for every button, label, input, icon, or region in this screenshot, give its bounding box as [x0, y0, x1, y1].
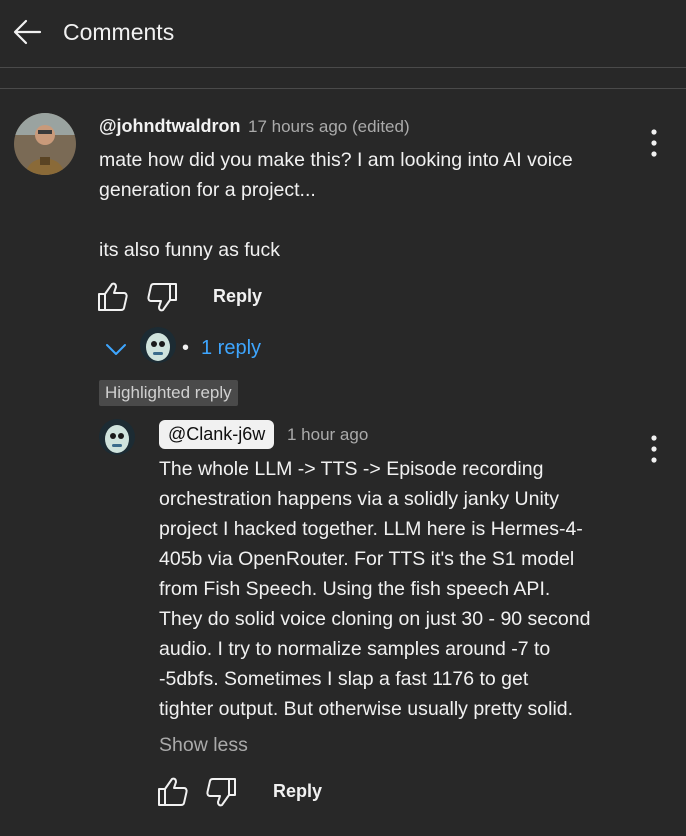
reply-text-line: The whole LLM -> TTS -> Episode recordin…	[159, 458, 544, 480]
robot-avatar-image	[140, 327, 176, 363]
reply-timestamp: 1 hour ago	[287, 425, 369, 444]
reply-button[interactable]: Reply	[273, 781, 322, 802]
back-button[interactable]	[10, 14, 46, 50]
thumbs-up-icon	[158, 777, 188, 806]
dislike-button[interactable]	[204, 775, 238, 809]
avatar[interactable]	[14, 113, 76, 175]
replies-toggle[interactable]: • 1 reply	[100, 327, 280, 369]
reply-text-line: They do solid voice cloning on just 30 -…	[159, 608, 591, 630]
reply-text-line: from Fish Speech. Using the fish speech …	[159, 578, 551, 600]
dislike-button[interactable]	[145, 280, 179, 314]
like-button[interactable]	[156, 775, 190, 809]
highlighted-reply-badge: Highlighted reply	[99, 380, 238, 406]
divider	[0, 88, 686, 89]
avatar[interactable]	[99, 419, 135, 455]
reply-avatar	[140, 327, 176, 363]
reply-author-chip[interactable]: @Clank-j6w	[159, 420, 275, 449]
reply-text-line: orchestration happens via a solidly jank…	[159, 488, 559, 510]
arrow-left-icon	[13, 19, 42, 45]
more-vert-icon	[651, 129, 657, 157]
comment-text-line: its also funny as fuck	[99, 239, 281, 261]
comment-text-line: mate how did you make this? I am looking…	[99, 149, 573, 171]
thumbs-down-icon	[147, 283, 177, 312]
reply-button[interactable]: Reply	[213, 286, 262, 307]
comment-author[interactable]: @johndtwaldron	[99, 116, 241, 137]
comment-timestamp: 17 hours ago (edited)	[248, 117, 410, 136]
like-button[interactable]	[96, 280, 130, 314]
comment-menu-button[interactable]	[642, 126, 666, 160]
page-title: Comments	[63, 19, 175, 45]
thumbs-down-icon	[206, 778, 236, 807]
separator-dot: •	[182, 337, 190, 359]
chevron-down-icon	[106, 344, 126, 355]
reply-text-line: -5dbfs. Sometimes I slap a fast 1176 to …	[159, 668, 529, 690]
reply-text-line: audio. I try to normalize samples around…	[159, 638, 551, 660]
more-vert-icon	[651, 435, 657, 463]
reply-text-line: 405b via OpenRouter. For TTS it's the S1…	[159, 548, 575, 570]
comments-header: Comments	[0, 0, 686, 68]
robot-avatar-image	[99, 419, 135, 455]
comment-text-line: generation for a project...	[99, 179, 316, 201]
reply-menu-button[interactable]	[642, 432, 666, 466]
reply-text-line: tighter output. But otherwise usually pr…	[159, 698, 574, 720]
reply-text-line: project I hacked together. LLM here is H…	[159, 518, 583, 540]
show-less-link[interactable]: Show less	[159, 734, 248, 757]
thumbs-up-icon	[98, 282, 128, 311]
reply-count: 1 reply	[201, 337, 262, 359]
user-avatar-image	[14, 113, 76, 175]
